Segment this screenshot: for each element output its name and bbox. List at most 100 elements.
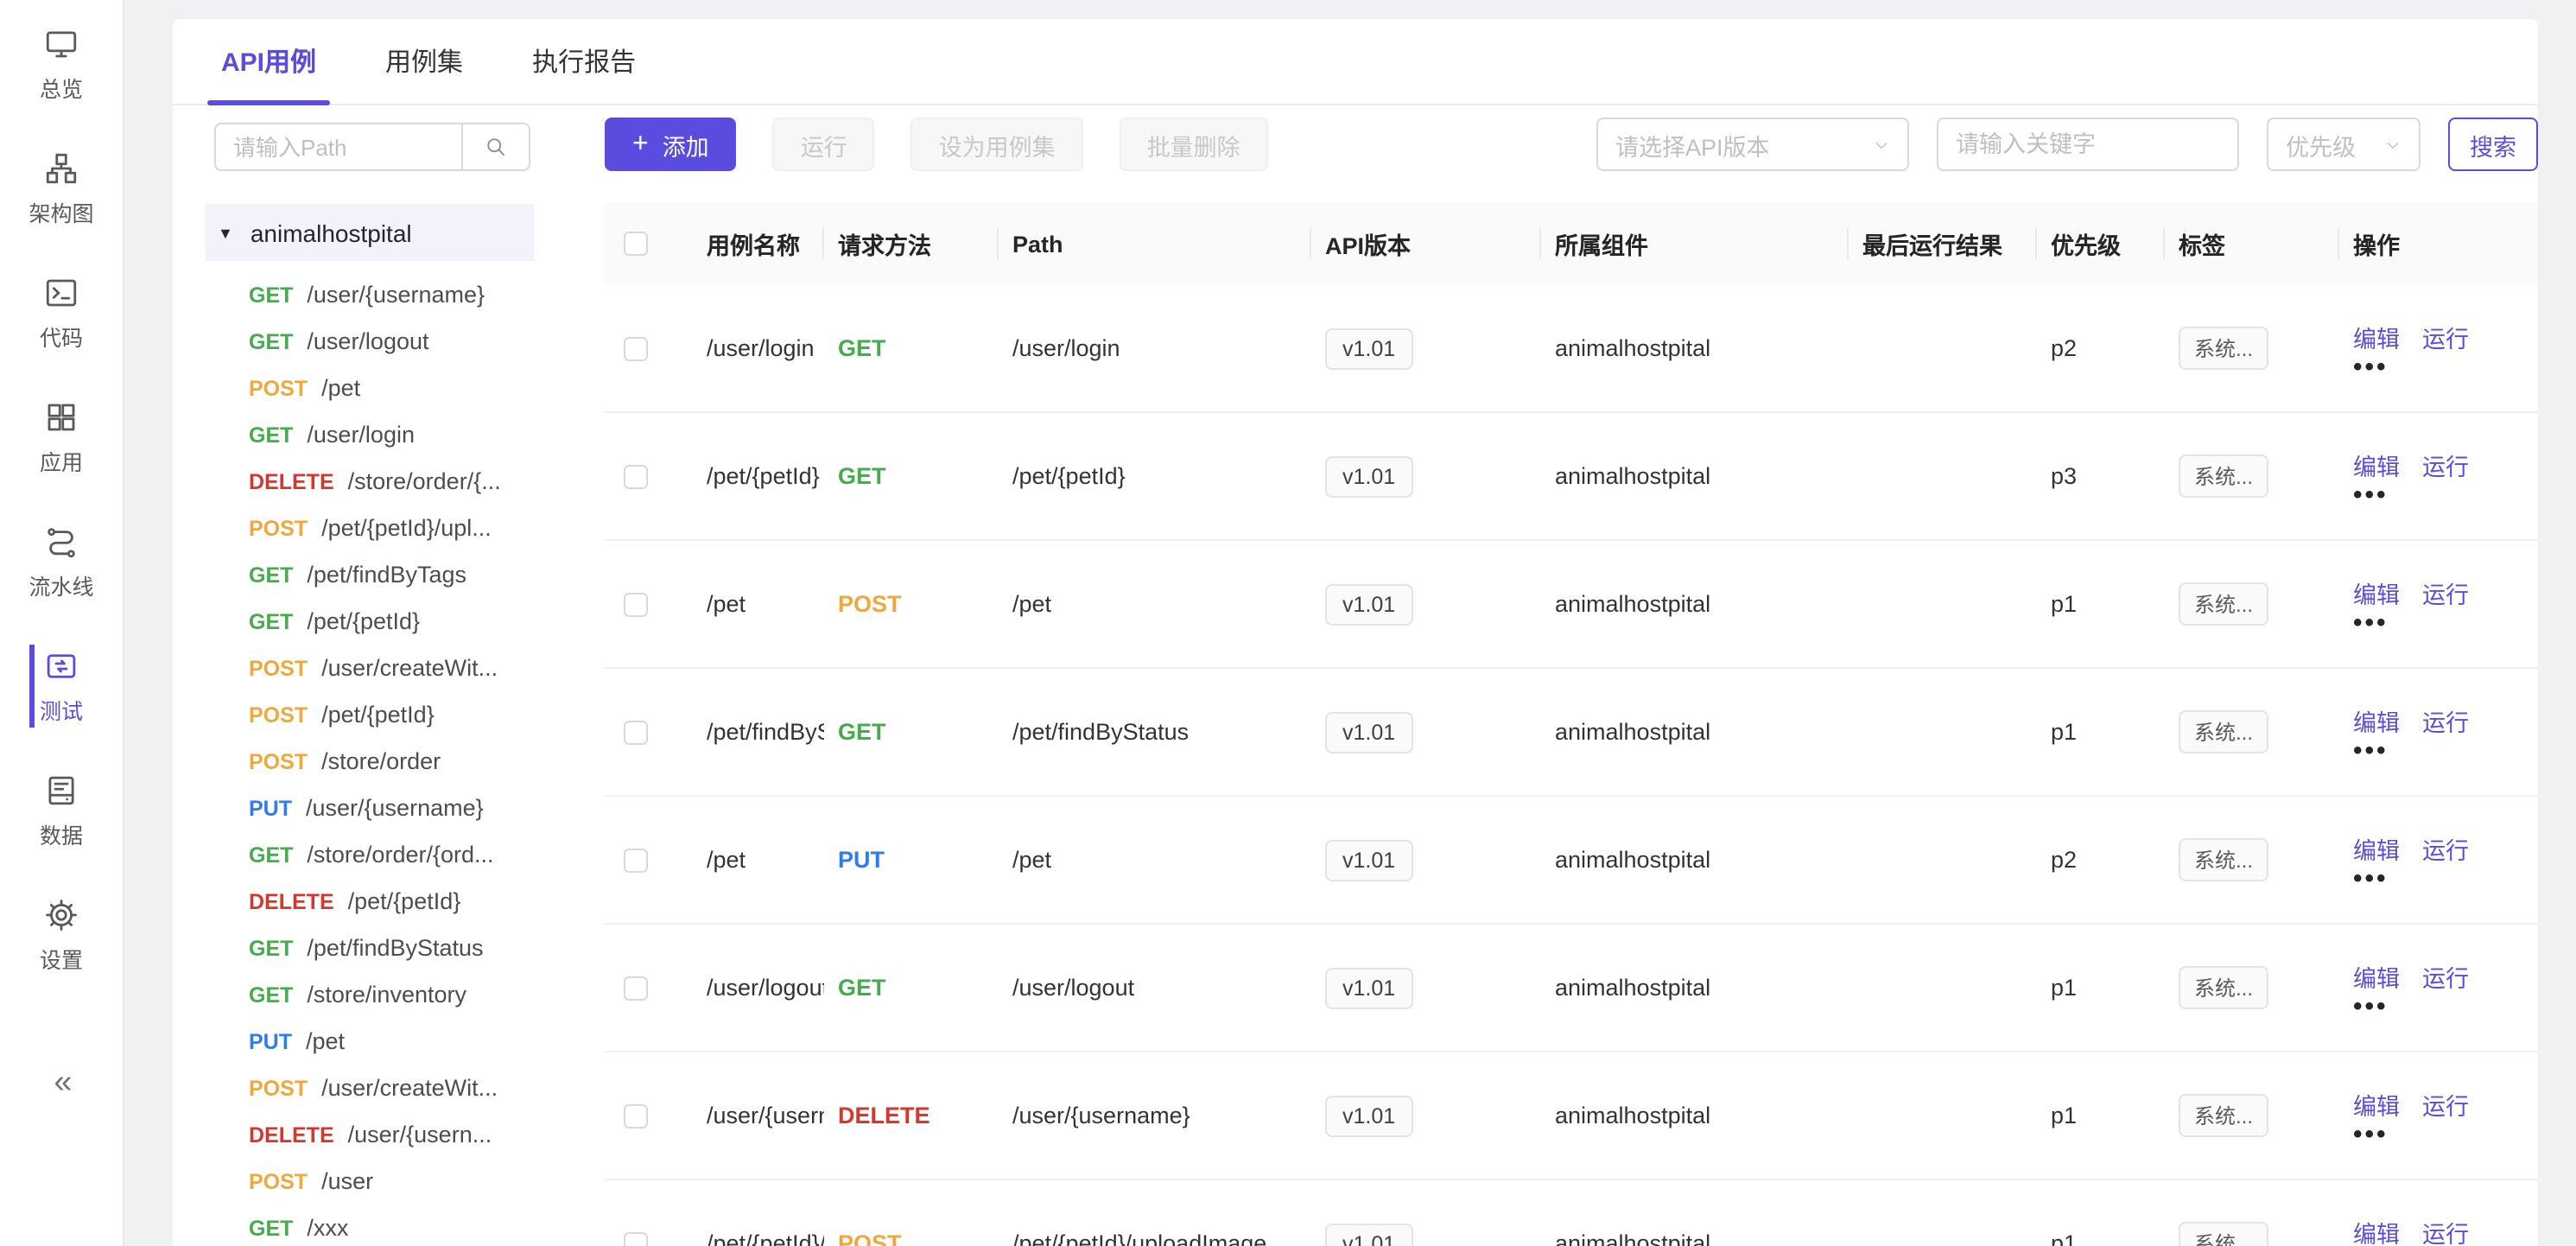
- chevron-down-icon: [1873, 136, 1890, 153]
- tag-badge: 系统...: [2179, 1222, 2268, 1246]
- table-row: /pet PUT /pet v1.01 animalhostpital p2 系…: [605, 797, 2538, 925]
- sidebar-item-label: 流水线: [29, 568, 93, 601]
- content-area: ▼ animalhostpital GET /user/{username} G…: [173, 105, 2538, 1246]
- column-header: 用例名称: [693, 202, 824, 285]
- api-version-select[interactable]: 请选择API版本: [1596, 118, 1909, 171]
- run-link[interactable]: 运行: [2422, 831, 2469, 866]
- tree-item[interactable]: GET /store/order/{ord...: [206, 831, 534, 878]
- more-actions-icon[interactable]: •••: [2353, 999, 2538, 1017]
- search-icon: [484, 135, 508, 159]
- sidebar-item-label: 应用: [40, 443, 83, 476]
- edit-link[interactable]: 编辑: [2353, 575, 2400, 610]
- tab-case-suites[interactable]: 用例集: [378, 19, 470, 104]
- sidebar-item-architecture[interactable]: 架构图: [29, 145, 93, 232]
- search-button[interactable]: 搜索: [2448, 118, 2538, 171]
- tree-item[interactable]: GET /pet/{petId}: [206, 598, 534, 645]
- tree-item[interactable]: POST /user/createWit...: [206, 645, 534, 691]
- batch-delete-button[interactable]: 批量删除: [1120, 118, 1268, 171]
- tree-item[interactable]: GET /user/login: [206, 411, 534, 458]
- edit-link[interactable]: 编辑: [2353, 320, 2400, 354]
- tree-item[interactable]: POST /pet/{petId}/upl...: [206, 505, 534, 551]
- more-actions-icon[interactable]: •••: [2353, 487, 2538, 505]
- row-checkbox[interactable]: [624, 336, 648, 360]
- keyword-input[interactable]: [1937, 118, 2239, 171]
- tree-item[interactable]: POST /pet: [206, 365, 534, 411]
- api-version-cell: v1.01: [1311, 455, 1541, 497]
- tree-item[interactable]: PUT /pet: [206, 1018, 534, 1065]
- api-version-cell: v1.01: [1311, 711, 1541, 753]
- run-link[interactable]: 运行: [2422, 320, 2469, 354]
- table-row: /pet/{petId}/u... POST /pet/{petId}/uplo…: [605, 1180, 2538, 1246]
- edit-link[interactable]: 编辑: [2353, 448, 2400, 482]
- more-actions-icon[interactable]: •••: [2353, 359, 2538, 378]
- tab-api-cases[interactable]: API用例: [214, 19, 323, 104]
- row-checkbox[interactable]: [624, 1231, 648, 1246]
- tree-item-path: /user/{usern...: [348, 1122, 492, 1147]
- row-checkbox[interactable]: [624, 976, 648, 1000]
- tree-item-path: /pet/findByStatus: [307, 935, 483, 961]
- tab-run-reports[interactable]: 执行报告: [525, 19, 643, 104]
- more-actions-icon[interactable]: •••: [2353, 615, 2538, 633]
- edit-link[interactable]: 编辑: [2353, 1087, 2400, 1122]
- run-link[interactable]: 运行: [2422, 1087, 2469, 1122]
- run-link[interactable]: 运行: [2422, 959, 2469, 994]
- sidebar-item-test[interactable]: 测试: [29, 643, 93, 729]
- sidebar-item-pipeline[interactable]: 流水线: [29, 518, 93, 605]
- tree-item[interactable]: GET /user/{username}: [206, 271, 534, 318]
- more-actions-icon[interactable]: •••: [2353, 743, 2538, 761]
- run-link[interactable]: 运行: [2422, 703, 2469, 738]
- collapse-sidebar-button[interactable]: «: [54, 1065, 68, 1103]
- tag-cell: 系统...: [2165, 1222, 2339, 1246]
- tree-item[interactable]: POST /user: [206, 1158, 534, 1205]
- operations-cell: 编辑 运行 •••: [2339, 1087, 2538, 1145]
- row-checkbox[interactable]: [624, 1103, 648, 1128]
- tag-cell: 系统...: [2165, 838, 2339, 881]
- api-tree-panel: ▼ animalhostpital GET /user/{username} G…: [173, 105, 534, 1246]
- operation-links: 编辑 运行: [2353, 320, 2538, 354]
- database-icon: [43, 772, 79, 808]
- priority-select[interactable]: 优先级: [2267, 118, 2421, 171]
- tree-item-method: POST: [249, 1169, 308, 1193]
- select-all-checkbox[interactable]: [624, 232, 648, 256]
- tree-group-animalhostpital[interactable]: ▼ animalhostpital: [206, 204, 534, 261]
- edit-link[interactable]: 编辑: [2353, 1215, 2400, 1246]
- tree-item[interactable]: DELETE /store/order/{...: [206, 458, 534, 505]
- tree-item[interactable]: PUT /user/{username}: [206, 785, 534, 831]
- tree-item[interactable]: GET /pet/findByStatus: [206, 925, 534, 971]
- run-button[interactable]: 运行: [773, 118, 875, 171]
- run-link[interactable]: 运行: [2422, 575, 2469, 610]
- tree-item[interactable]: GET /pet/findByTags: [206, 551, 534, 598]
- tree-item[interactable]: POST /store/order: [206, 738, 534, 785]
- api-version-badge: v1.01: [1325, 455, 1412, 497]
- row-checkbox[interactable]: [624, 848, 648, 872]
- add-button[interactable]: + 添加: [605, 118, 737, 171]
- row-checkbox[interactable]: [624, 464, 648, 488]
- sidebar-item-apps[interactable]: 应用: [29, 394, 93, 480]
- filter-group: 请选择API版本 优先级 搜索: [1596, 118, 2538, 171]
- sidebar-item-overview[interactable]: 总览: [29, 21, 93, 107]
- tree-item-path: /pet/{petId}: [307, 608, 420, 634]
- tree-item[interactable]: DELETE /pet/{petId}: [206, 878, 534, 925]
- run-link[interactable]: 运行: [2422, 448, 2469, 482]
- tree-item[interactable]: POST /pet/{petId}: [206, 691, 534, 738]
- run-link[interactable]: 运行: [2422, 1215, 2469, 1246]
- row-select-cell: [605, 848, 693, 872]
- sidebar-item-data[interactable]: 数据: [29, 767, 93, 854]
- edit-link[interactable]: 编辑: [2353, 703, 2400, 738]
- more-actions-icon[interactable]: •••: [2353, 871, 2538, 889]
- tree-item[interactable]: GET /user/logout: [206, 318, 534, 365]
- more-actions-icon[interactable]: •••: [2353, 1127, 2538, 1145]
- tree-item[interactable]: GET /store/inventory: [206, 971, 534, 1018]
- edit-link[interactable]: 编辑: [2353, 831, 2400, 866]
- row-checkbox[interactable]: [624, 720, 648, 744]
- row-checkbox[interactable]: [624, 592, 648, 616]
- tree-item[interactable]: POST /user/createWit...: [206, 1065, 534, 1111]
- edit-link[interactable]: 编辑: [2353, 959, 2400, 994]
- set-suite-button[interactable]: 设为用例集: [911, 118, 1083, 171]
- tree-item[interactable]: DELETE /user/{usern...: [206, 1111, 534, 1158]
- path-search-input[interactable]: [214, 123, 463, 171]
- path-search-button[interactable]: [461, 123, 530, 171]
- tree-item[interactable]: GET /xxx: [206, 1205, 534, 1246]
- sidebar-item-settings[interactable]: 设置: [29, 892, 93, 978]
- sidebar-item-code[interactable]: 代码: [29, 270, 93, 356]
